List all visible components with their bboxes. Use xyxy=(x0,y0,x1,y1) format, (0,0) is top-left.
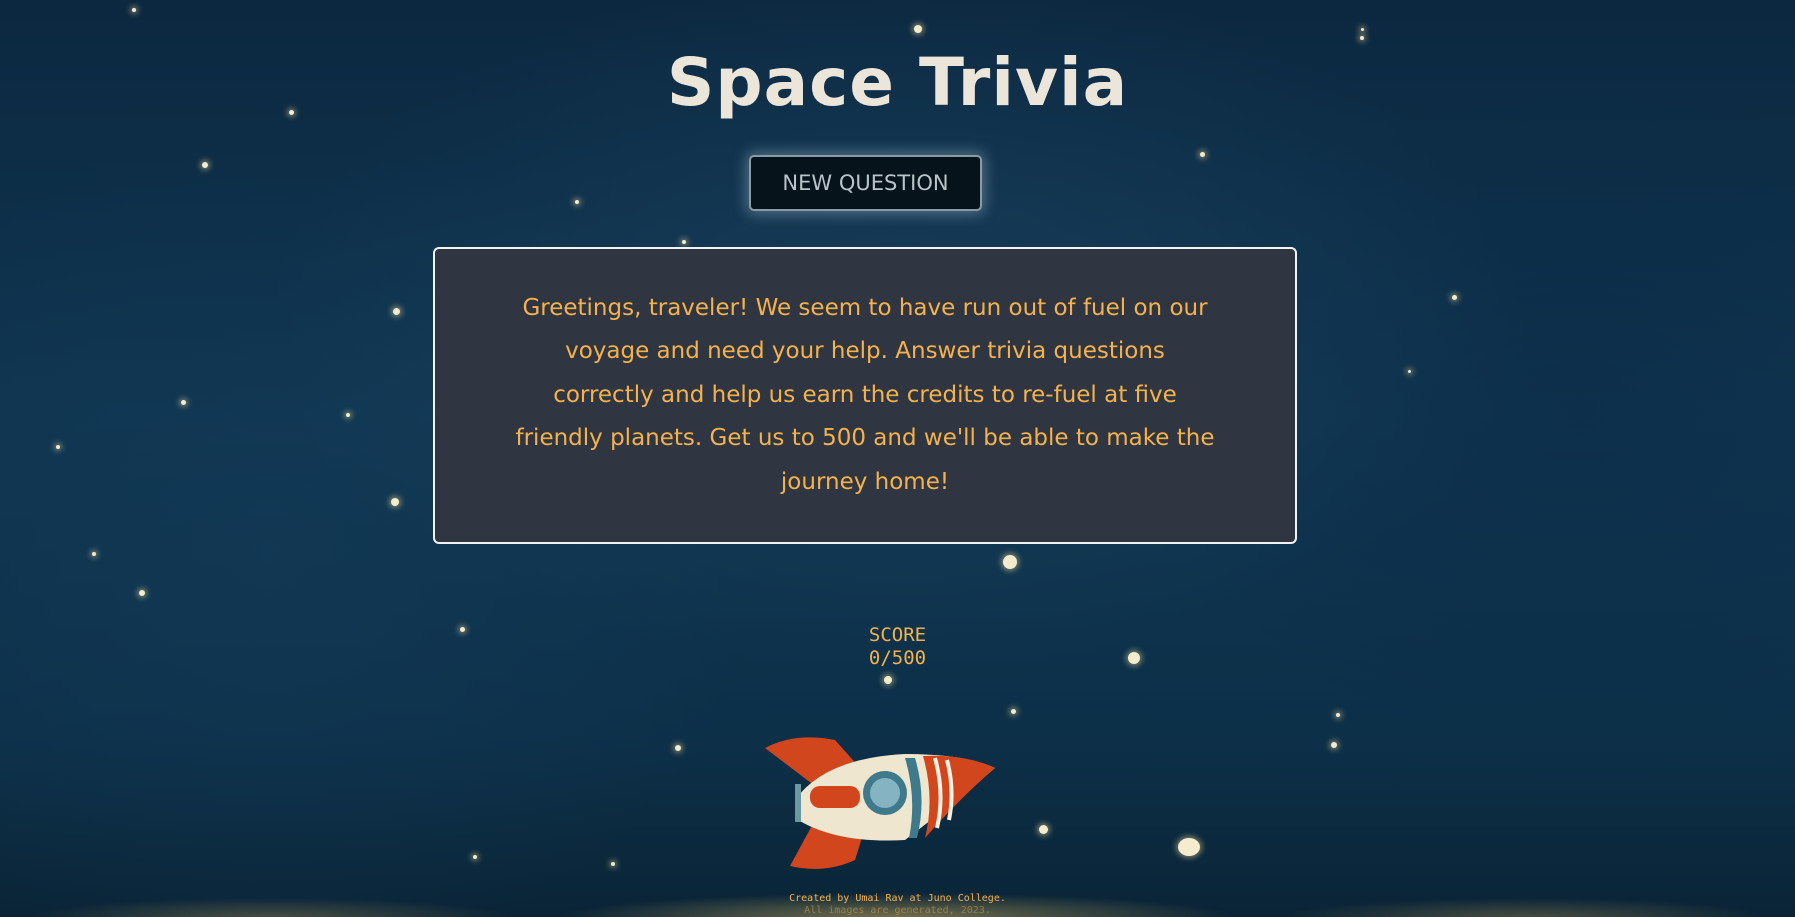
intro-text: Greetings, traveler! We seem to have run… xyxy=(515,294,1215,495)
new-question-button[interactable]: NEW QUESTION xyxy=(749,155,982,211)
footer-credit: Created by Umai Rav at Juno College. xyxy=(789,893,1006,904)
footer: Created by Umai Rav at Juno College. All… xyxy=(0,893,1795,917)
score-value: 0/500 xyxy=(868,647,927,669)
score-display: SCORE 0/500 xyxy=(0,624,1795,670)
crescent-moon-icon xyxy=(2,330,22,367)
rocket-icon xyxy=(765,737,995,869)
page-title: Space Trivia xyxy=(666,44,1129,121)
question-card: Greetings, traveler! We seem to have run… xyxy=(433,247,1297,544)
footer-note: All images are generated, 2023. xyxy=(804,905,991,916)
score-label: SCORE xyxy=(868,624,927,646)
